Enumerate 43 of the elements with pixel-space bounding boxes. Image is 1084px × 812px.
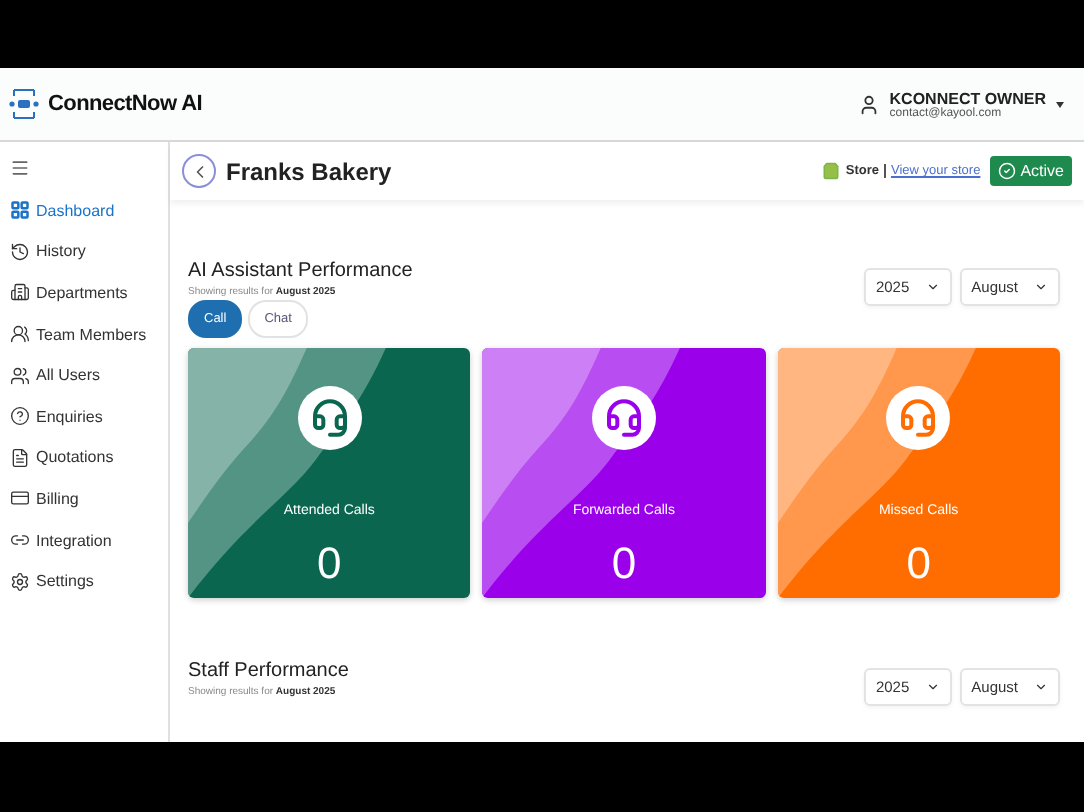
- back-button[interactable]: [182, 154, 216, 188]
- settings-icon: [10, 571, 30, 592]
- sidebar-item[interactable]: Team Members: [10, 313, 168, 355]
- logo-icon: [8, 86, 40, 122]
- sidebar-item[interactable]: Quotations: [10, 437, 168, 479]
- sidebar-item[interactable]: All Users: [10, 354, 168, 396]
- headset-icon: [297, 386, 362, 450]
- team-icon: [10, 324, 30, 345]
- headset-icon: [591, 386, 656, 450]
- section-title: Staff Performance: [188, 660, 349, 682]
- menu-icon[interactable]: [10, 158, 30, 178]
- card-value: 0: [611, 538, 637, 590]
- card-value: 0: [317, 538, 342, 590]
- link-icon: [10, 530, 30, 551]
- section-title: AI Assistant Performance: [188, 260, 413, 282]
- page-title: Franks Bakery: [226, 157, 392, 185]
- chevron-down-icon: [925, 680, 940, 694]
- bag-icon: [821, 162, 840, 180]
- document-icon: [10, 447, 30, 468]
- status-text: Active: [1020, 162, 1064, 180]
- sidebar-item[interactable]: Enquiries: [10, 395, 168, 438]
- card-icon: [10, 488, 30, 509]
- caret-icon[interactable]: [1056, 101, 1064, 107]
- grid-icon: [10, 200, 30, 221]
- card-value: 0: [906, 538, 931, 590]
- chevron-down-icon: [1034, 680, 1048, 694]
- building-icon: [10, 282, 30, 303]
- question-icon: [10, 406, 30, 427]
- users-icon: [10, 365, 30, 386]
- sidebar-item[interactable]: Settings: [10, 560, 168, 602]
- chevron-down-icon: [925, 280, 940, 294]
- headset-icon: [886, 386, 951, 450]
- sidebar-item[interactable]: History: [10, 231, 168, 273]
- sidebar-item[interactable]: Billing: [10, 478, 168, 520]
- user-icon: [857, 93, 880, 115]
- check-icon: [998, 162, 1017, 180]
- sidebar-item[interactable]: Dashboard: [10, 190, 168, 232]
- history-icon: [10, 241, 30, 262]
- user-name: KCONNECT OWNER: [889, 89, 1046, 107]
- sidebar-item[interactable]: Departments: [10, 272, 168, 314]
- app-name: ConnectNow AI: [48, 92, 202, 116]
- chevron-down-icon: [1034, 280, 1048, 294]
- sidebar-item[interactable]: Integration: [10, 519, 168, 561]
